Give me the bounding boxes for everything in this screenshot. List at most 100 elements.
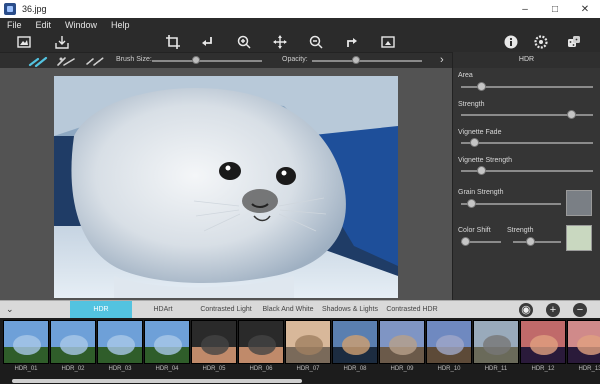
menu-window[interactable]: Window: [58, 20, 104, 30]
color-strength-slider[interactable]: [513, 241, 561, 243]
thumbnail-image: [50, 320, 96, 364]
thumbnail-label: HDR_10: [437, 366, 461, 372]
thumbnail-scrollbar[interactable]: [0, 378, 600, 384]
thumbnail-label: HDR_11: [484, 366, 508, 372]
preset-thumbnail[interactable]: HDR_02: [50, 320, 96, 376]
info-icon[interactable]: [503, 34, 519, 50]
add-preset-button[interactable]: +: [546, 303, 560, 317]
preset-thumbnail[interactable]: HDR_08: [332, 320, 378, 376]
thumbnail-image: [520, 320, 566, 364]
area-slider-handle[interactable]: [476, 82, 486, 91]
thumbnail-image: [144, 320, 190, 364]
thumbnail-image: [473, 320, 519, 364]
preset-settings-button[interactable]: ◉: [519, 303, 533, 317]
brush-small-icon[interactable]: [28, 55, 50, 67]
preset-thumbnail-strip: HDR_01 HDR_02 HDR_03 HDR_04 HDR_05 HDR_06 HDR_…: [0, 318, 600, 378]
redo-icon[interactable]: [344, 34, 360, 50]
tab-hdr[interactable]: HDR: [70, 301, 132, 319]
preset-thumbnail[interactable]: HDR_11: [473, 320, 519, 376]
strength-slider-handle[interactable]: [566, 110, 576, 119]
tab-hdart[interactable]: HDArt: [132, 301, 194, 319]
tab-black-and-white[interactable]: Black And White: [258, 301, 318, 319]
app-icon: [4, 3, 16, 15]
preset-thumbnail[interactable]: HDR_13: [567, 320, 600, 376]
chevron-down-icon[interactable]: ⌄: [6, 304, 14, 315]
preset-thumbnail[interactable]: HDR_01: [3, 320, 49, 376]
brush-size-slider[interactable]: [152, 60, 262, 62]
close-button[interactable]: ✕: [570, 0, 600, 18]
preset-thumbnail[interactable]: HDR_04: [144, 320, 190, 376]
preset-thumbnail[interactable]: HDR_07: [285, 320, 331, 376]
vignette-fade-label: Vignette Fade: [458, 129, 502, 136]
opacity-slider[interactable]: [312, 60, 422, 62]
color-shift-label: Color Shift: [458, 227, 491, 234]
crop-icon[interactable]: [165, 34, 181, 50]
minimize-button[interactable]: –: [510, 0, 540, 18]
grain-strength-slider[interactable]: [461, 203, 561, 205]
preset-thumbnail[interactable]: HDR_03: [97, 320, 143, 376]
thumbnail-image: [332, 320, 378, 364]
brush-toolbar: Brush Size: Opacity: ›: [0, 52, 452, 68]
brush-eraser-icon[interactable]: [56, 55, 78, 67]
thumbnail-image: [379, 320, 425, 364]
zoom-out-icon[interactable]: [308, 34, 324, 50]
menu-help[interactable]: Help: [104, 20, 137, 30]
thumbnail-image: [238, 320, 284, 364]
thumbnail-image: [97, 320, 143, 364]
save-icon[interactable]: [54, 34, 70, 50]
fit-screen-icon[interactable]: [380, 34, 396, 50]
thumbnail-label: HDR_13: [578, 366, 600, 372]
tab-contrasted-light[interactable]: Contrasted Light: [194, 301, 258, 319]
opacity-label: Opacity:: [282, 56, 308, 63]
grain-strength-label: Grain Strength: [458, 189, 504, 196]
photo-preview[interactable]: [54, 76, 398, 298]
thumbnail-label: HDR_01: [14, 366, 38, 372]
color-strength-slider-handle[interactable]: [525, 237, 535, 246]
brush-soft-icon[interactable]: [84, 55, 106, 67]
open-image-icon[interactable]: [16, 34, 32, 50]
thumbnail-image: [285, 320, 331, 364]
grain-preview-swatch[interactable]: [566, 190, 592, 216]
preset-thumbnail[interactable]: HDR_12: [520, 320, 566, 376]
vignette-strength-label: Vignette Strength: [458, 157, 512, 164]
move-icon[interactable]: [272, 34, 288, 50]
thumbnail-image: [426, 320, 472, 364]
preset-thumbnail[interactable]: HDR_05: [191, 320, 237, 376]
vignette-fade-slider-handle[interactable]: [470, 138, 480, 147]
remove-preset-button[interactable]: −: [573, 303, 587, 317]
window-title: 36.jpg: [22, 4, 47, 14]
opacity-slider-handle[interactable]: [352, 56, 360, 64]
thumbnail-label: HDR_05: [202, 366, 226, 372]
menu-edit[interactable]: Edit: [29, 20, 59, 30]
color-shift-slider-handle[interactable]: [461, 237, 470, 246]
thumbnail-label: HDR_06: [249, 366, 273, 372]
maximize-button[interactable]: □: [540, 0, 570, 18]
thumbnail-label: HDR_02: [61, 366, 85, 372]
color-strength-label: Strength: [507, 227, 534, 234]
title-bar: 36.jpg – □ ✕: [0, 0, 600, 18]
preset-thumbnail[interactable]: HDR_10: [426, 320, 472, 376]
tab-contrasted-hdr[interactable]: Contrasted HDR: [382, 301, 442, 319]
preset-thumbnail[interactable]: HDR_09: [379, 320, 425, 376]
thumbnail-label: HDR_08: [343, 366, 367, 372]
strength-label: Strength: [458, 101, 485, 108]
vignette-strength-slider-handle[interactable]: [476, 166, 486, 175]
menu-bar: File Edit Window Help: [0, 18, 600, 32]
brush-size-slider-handle[interactable]: [192, 56, 200, 64]
preset-thumbnail[interactable]: HDR_06: [238, 320, 284, 376]
undo-icon[interactable]: [199, 34, 215, 50]
color-preview-swatch[interactable]: [566, 225, 592, 251]
menu-file[interactable]: File: [0, 20, 29, 30]
zoom-in-icon[interactable]: [236, 34, 252, 50]
canvas-area: [0, 68, 452, 300]
random-dice-icon[interactable]: [566, 34, 582, 50]
vignette-fade-slider[interactable]: [461, 142, 593, 144]
thumbnail-image: [567, 320, 600, 364]
scrollbar-thumb[interactable]: [12, 379, 302, 383]
settings-icon[interactable]: [533, 34, 549, 50]
grain-strength-slider-handle[interactable]: [467, 199, 476, 208]
hdr-settings-panel: HDR Area Strength Vignette Fade Vignette…: [452, 52, 600, 300]
tab-shadows-lights[interactable]: Shadows & Lights: [318, 301, 382, 319]
chevron-right-icon[interactable]: ›: [440, 54, 444, 66]
area-label: Area: [458, 72, 473, 79]
